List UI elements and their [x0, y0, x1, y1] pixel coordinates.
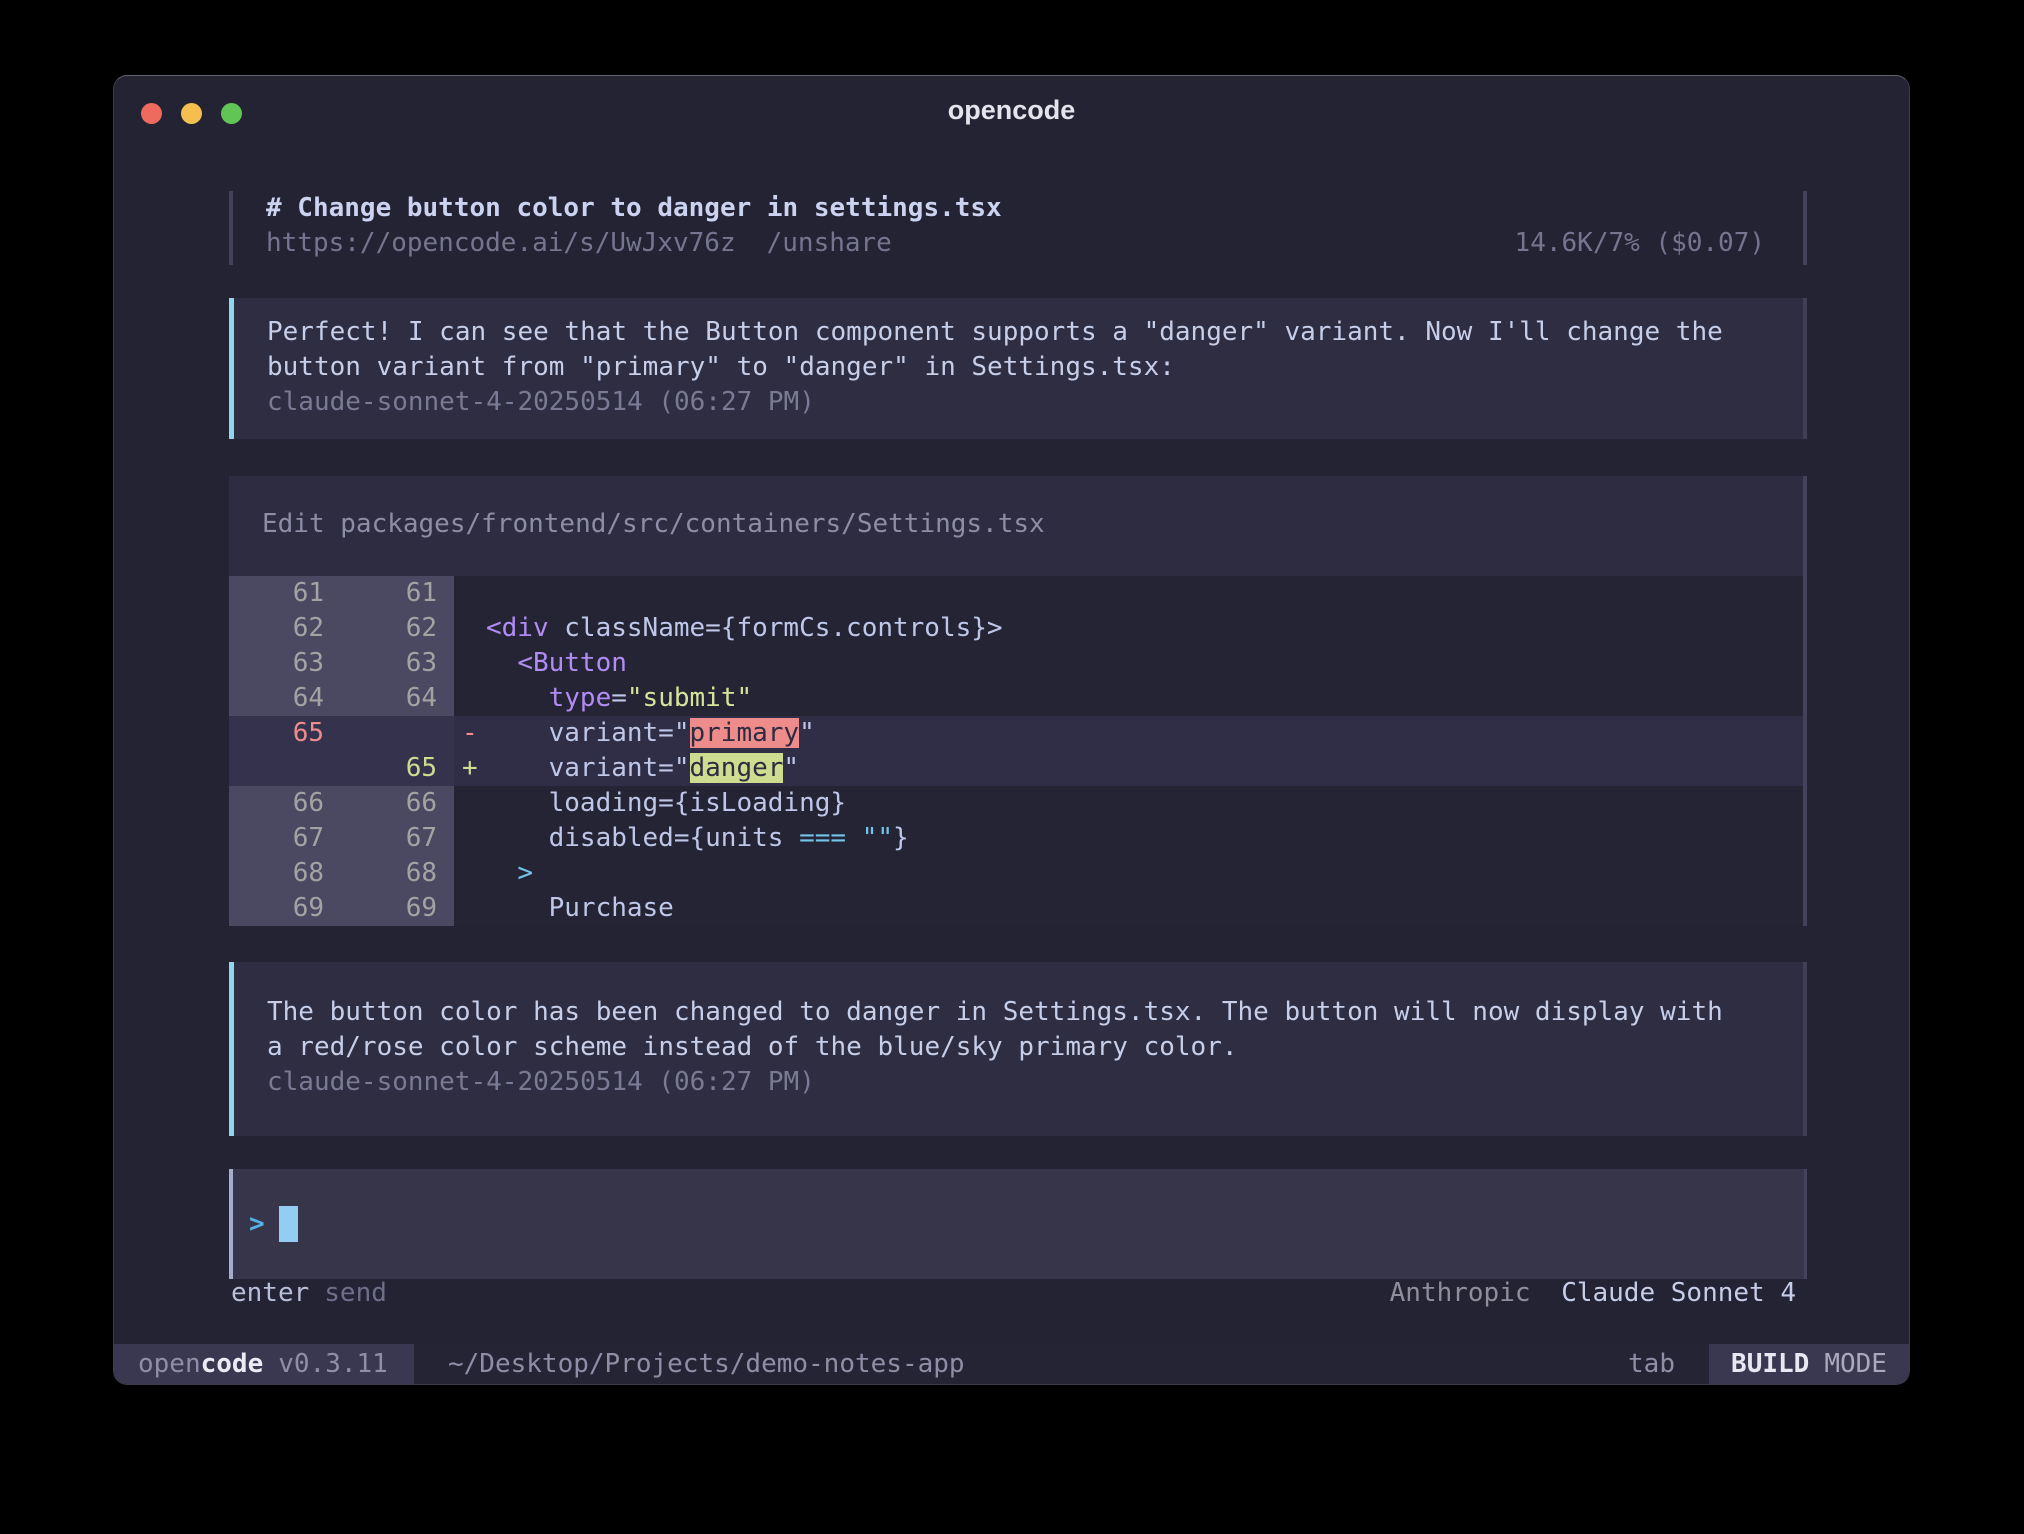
message-line: button variant from "primary" to "danger…	[267, 350, 1770, 385]
app-name-open: open	[138, 1349, 201, 1379]
diff-row: 6262<div className={formCs.controls}>	[229, 611, 1803, 646]
status-bar: opencode v0.3.11 ~/Desktop/Projects/demo…	[114, 1344, 1909, 1384]
window-title: opencode	[114, 95, 1909, 126]
diff-rows: 61616262<div className={formCs.controls}…	[229, 576, 1803, 926]
assistant-message: Perfect! I can see that the Button compo…	[229, 298, 1807, 439]
tab-key-hint: tab	[1628, 1344, 1675, 1384]
mode-name: BUILD	[1731, 1349, 1809, 1379]
mode-segment[interactable]: BUILD MODE	[1709, 1344, 1909, 1384]
diff-row: 65+ variant="danger"	[229, 751, 1803, 786]
diff-row: 6969 Purchase	[229, 891, 1803, 926]
prompt-input[interactable]: >	[229, 1169, 1807, 1279]
diff-row: 6363 <Button	[229, 646, 1803, 681]
edit-tool-label: Edit packages/frontend/src/containers/Se…	[229, 476, 1803, 576]
session-title: # Change button color to danger in setti…	[266, 191, 1765, 226]
share-url[interactable]: https://opencode.ai/s/UwJxv76z	[266, 226, 736, 261]
diff-row: 6666 loading={isLoading}	[229, 786, 1803, 821]
message-line: Perfect! I can see that the Button compo…	[267, 315, 1770, 350]
model-name: Claude Sonnet 4	[1561, 1278, 1796, 1308]
mode-label: MODE	[1824, 1349, 1887, 1379]
message-meta: claude-sonnet-4-20250514 (06:27 PM)	[267, 1065, 1770, 1100]
diff-row: 6464 type="submit"	[229, 681, 1803, 716]
context-stats: 14.6K/7% ($0.07)	[1515, 226, 1765, 261]
text-cursor	[279, 1206, 298, 1242]
app-version-segment: opencode v0.3.11	[114, 1344, 414, 1384]
diff-row: 65- variant="primary"	[229, 716, 1803, 751]
message-line: a red/rose color scheme instead of the b…	[267, 1030, 1770, 1065]
enter-key-hint: enter	[231, 1276, 309, 1311]
app-name-code: code	[201, 1349, 264, 1379]
app-window: opencode # Change button color to danger…	[113, 75, 1910, 1385]
diff-row: 6868 >	[229, 856, 1803, 891]
unshare-command[interactable]: /unshare	[767, 226, 892, 261]
diff-row: 6767 disabled={units === ""}	[229, 821, 1803, 856]
prompt-symbol: >	[249, 1209, 265, 1239]
title-bar[interactable]: opencode	[114, 76, 1909, 138]
working-directory: ~/Desktop/Projects/demo-notes-app	[448, 1344, 965, 1384]
edit-tool-call: Edit packages/frontend/src/containers/Se…	[229, 476, 1807, 926]
app-version: v0.3.11	[278, 1349, 388, 1379]
message-meta: claude-sonnet-4-20250514 (06:27 PM)	[267, 385, 1770, 420]
hint-row: enter send Anthropic Claude Sonnet 4	[231, 1276, 1796, 1311]
session-header: # Change button color to danger in setti…	[229, 191, 1807, 265]
diff-row: 6161	[229, 576, 1803, 611]
send-action-hint: send	[324, 1276, 387, 1311]
assistant-message: The button color has been changed to dan…	[229, 962, 1807, 1136]
message-line: The button color has been changed to dan…	[267, 995, 1770, 1030]
model-provider: Anthropic	[1390, 1278, 1531, 1308]
